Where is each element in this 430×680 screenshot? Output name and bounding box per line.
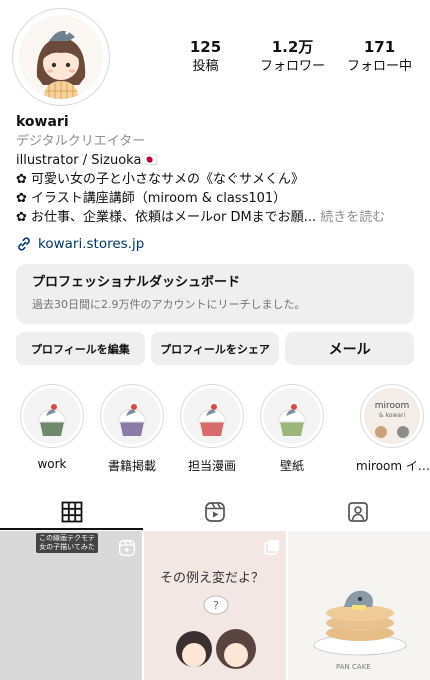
highlight-books[interactable]: 書籍掲載 [96, 384, 168, 474]
post-thumbnail[interactable]: この線画テクモテ 女の子描いてみた [0, 531, 142, 680]
profile-stats: 125 投稿 1.2万 フォロワー 171 フォロー中 [162, 38, 424, 76]
avatar[interactable] [19, 15, 103, 99]
highlight-wallpaper[interactable]: 壁紙 [256, 384, 328, 474]
category-label: デジタルクリエイター [16, 134, 146, 149]
link-icon [18, 237, 30, 251]
read-more-link[interactable]: 続きを読む [320, 210, 385, 225]
reels-icon [205, 502, 225, 522]
share-profile-button[interactable]: プロフィールをシェア [150, 332, 280, 365]
post-text: その例え変だよ？ [160, 571, 265, 586]
post-thumbnail[interactable]: PAN CAKE [288, 531, 430, 680]
highlight-cover [184, 388, 240, 444]
highlight-ring: miroom & kowari [360, 384, 424, 448]
highlight-ring [20, 384, 84, 448]
pancake-illustration [313, 590, 407, 656]
highlight-label: 担当漫画 [187, 459, 236, 473]
highlight-label: miroom イ… [356, 459, 430, 473]
cupcake-icon [24, 388, 80, 444]
tab-posts[interactable] [0, 494, 143, 530]
tab-reels[interactable] [143, 494, 286, 530]
highlight-label: work [37, 457, 67, 471]
highlight-label: 壁紙 [279, 459, 304, 473]
profile-link[interactable]: kowari.stores.jp [16, 236, 144, 252]
highlight-miroom[interactable]: miroom & kowari miroom イ… [356, 384, 430, 474]
stat-value: 125 [189, 38, 222, 56]
username: kowari [16, 114, 69, 130]
svg-text:& kowari: & kowari [379, 412, 406, 419]
highlight-ring [260, 384, 324, 448]
stat-label: フォロー中 [346, 59, 412, 74]
couple-illustration: ? [176, 595, 256, 669]
tab-tagged[interactable] [287, 494, 430, 530]
edit-profile-button[interactable]: プロフィールを編集 [16, 332, 145, 365]
bio-line: illustrator / Sizuoka🇯🇵 [16, 153, 158, 168]
link-text[interactable]: kowari.stores.jp [38, 236, 144, 252]
bio-line: ✿ 可愛い女の子と小さなサメの《なぐサメくん》 [16, 172, 305, 187]
email-button[interactable]: メール [285, 332, 415, 365]
post-text: PAN CAKE [336, 663, 371, 671]
bio-line: ✿ イラスト講座講師（miroom & class101） [16, 191, 287, 206]
profile-tabs [0, 494, 430, 530]
profile-avatar-ring[interactable] [12, 8, 110, 106]
bio-truncated-text: ✿ お仕事、企業様、依頼はメールor DMまでお願... [16, 210, 317, 225]
highlight-ring [100, 384, 164, 448]
active-tab-indicator [0, 528, 143, 530]
svg-text:?: ? [213, 599, 219, 612]
highlight-cover [104, 388, 160, 444]
reels-icon [118, 539, 136, 557]
highlight-work[interactable]: work [16, 384, 88, 471]
dashboard-subtitle: 過去30日間に2.9万件のアカウントにリーチしました。 [32, 298, 306, 311]
bio-line-truncated: ✿ お仕事、企業様、依頼はメールor DMまでお願... 続きを読む [16, 208, 422, 227]
professional-dashboard[interactable]: プロフェッショナルダッシュボード 過去30日間に2.9万件のアカウントにリーチし… [16, 264, 414, 324]
posts-grid: この線画テクモテ 女の子描いてみた その例え変だよ？ ? PAN CAKE [0, 531, 430, 680]
stat-label: 投稿 [192, 59, 219, 74]
avatar-illustration [19, 15, 103, 99]
highlight-cover: miroom & kowari [364, 388, 420, 444]
grid-icon [61, 501, 83, 523]
miroom-cover-image: miroom & kowari [364, 388, 420, 444]
cupcake-icon [104, 388, 160, 444]
highlight-label: 書籍掲載 [107, 459, 156, 473]
followers-count[interactable]: 1.2万 フォロワー [249, 38, 336, 76]
profile-actions: プロフィールを編集 プロフィールをシェア メール [16, 332, 415, 365]
post-thumbnail[interactable]: その例え変だよ？ ? [144, 531, 286, 680]
carousel-icon [264, 540, 279, 555]
dashboard-title: プロフェッショナルダッシュボード [32, 275, 241, 290]
highlight-cover [264, 388, 320, 444]
cover-text: miroom [375, 401, 410, 411]
story-highlights: work 書籍掲載 担当漫画 壁紙 miroom & kowari miroom… [16, 384, 430, 474]
post-caption: この線画テクモテ 女の子描いてみた [36, 533, 98, 553]
highlight-manga[interactable]: 担当漫画 [176, 384, 248, 474]
posts-count[interactable]: 125 投稿 [162, 38, 249, 76]
highlight-ring [180, 384, 244, 448]
cupcake-icon [264, 388, 320, 444]
stat-value: 171 [363, 38, 396, 56]
following-count[interactable]: 171 フォロー中 [336, 38, 423, 76]
profile-bio: kowari デジタルクリエイター illustrator / Sizuoka🇯… [16, 112, 422, 227]
tagged-icon [348, 502, 369, 522]
stat-label: フォロワー [259, 59, 325, 74]
cupcake-icon [184, 388, 240, 444]
stat-value: 1.2万 [271, 38, 314, 56]
highlight-cover [24, 388, 80, 444]
